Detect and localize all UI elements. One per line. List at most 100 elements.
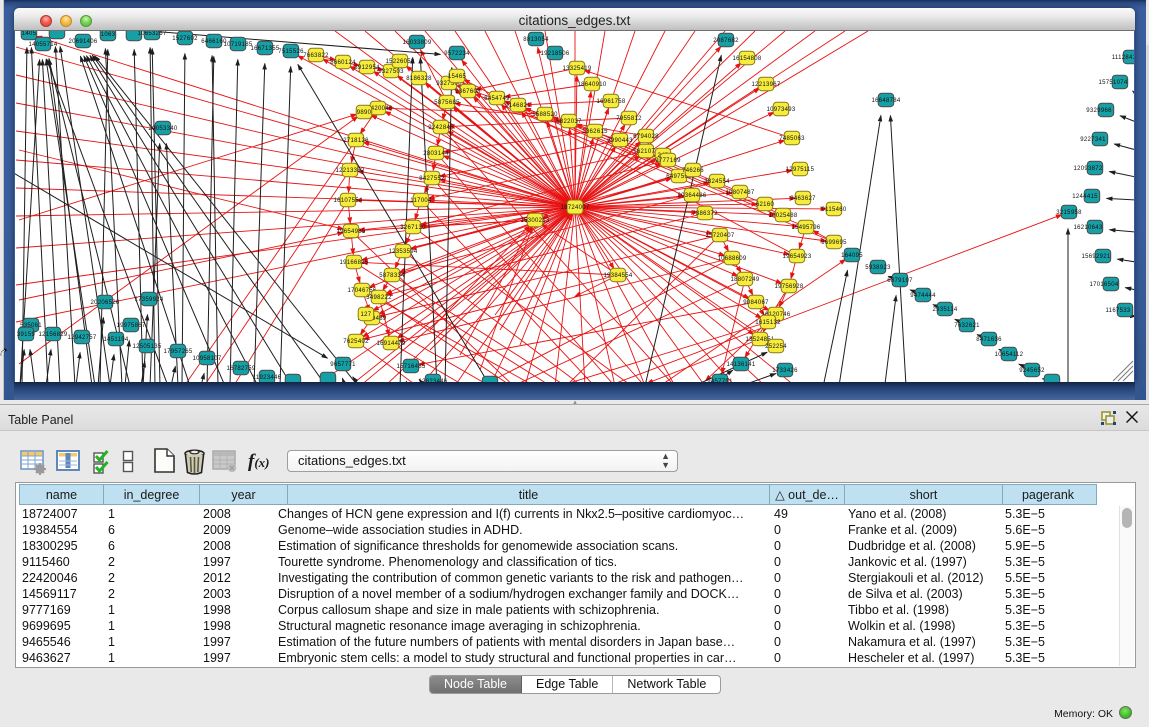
- svg-text:16210643: 16210643: [1073, 225, 1102, 231]
- svg-text:17957265: 17957265: [163, 349, 192, 355]
- svg-text:3498222: 3498222: [366, 295, 392, 301]
- svg-text:15692921: 15692921: [1081, 254, 1110, 260]
- svg-text:1112841: 1112841: [1112, 55, 1134, 61]
- svg-text:16107554: 16107554: [333, 198, 362, 204]
- svg-text:14055714: 14055714: [28, 42, 57, 48]
- svg-text:3215958: 3215958: [1056, 210, 1082, 216]
- svg-text:12975115: 12975115: [786, 167, 815, 173]
- svg-text:1527602: 1527602: [172, 36, 198, 42]
- svg-text:12353594: 12353594: [388, 249, 417, 255]
- svg-text:9329966: 9329966: [1086, 108, 1112, 114]
- svg-text:16648784: 16648784: [871, 98, 900, 104]
- svg-text:9327503: 9327503: [378, 69, 404, 75]
- svg-text:20364486: 20364486: [677, 193, 706, 199]
- svg-text:9777169: 9777169: [655, 158, 681, 164]
- svg-text:5875685: 5875685: [434, 100, 460, 106]
- svg-text:15716485: 15716485: [396, 364, 425, 370]
- svg-text:15465: 15465: [448, 74, 467, 80]
- svg-text:7663822: 7663822: [303, 53, 329, 59]
- svg-text:2367608: 2367608: [455, 89, 481, 95]
- svg-text:7955812: 7955812: [616, 116, 642, 122]
- svg-text:5822037: 5822037: [556, 119, 582, 125]
- svg-text:8427552: 8427552: [419, 176, 445, 182]
- svg-text:9699695: 9699695: [821, 240, 847, 246]
- svg-text:9572234: 9572234: [444, 51, 470, 57]
- svg-text:10025488: 10025488: [768, 213, 797, 219]
- svg-text:18724007: 18724007: [560, 205, 589, 211]
- svg-text:14136141: 14136141: [726, 362, 755, 368]
- svg-text:1588520: 1588520: [532, 112, 558, 118]
- svg-text:9115460: 9115460: [821, 207, 846, 213]
- svg-text:20691406: 20691406: [68, 39, 97, 45]
- svg-text:20053340: 20053340: [148, 126, 177, 132]
- svg-text:6794028: 6794028: [633, 134, 659, 140]
- svg-text:8990443: 8990443: [607, 138, 633, 144]
- svg-text:3267130: 3267130: [400, 225, 426, 231]
- svg-text:15300213: 15300213: [520, 218, 549, 224]
- svg-text:6879197: 6879197: [887, 278, 913, 284]
- svg-text:10653267: 10653267: [137, 31, 166, 37]
- svg-text:2087682: 2087682: [713, 38, 739, 44]
- svg-text:18807249: 18807249: [730, 277, 759, 283]
- svg-text:39159: 39159: [17, 332, 36, 338]
- svg-text:746266: 746266: [682, 168, 704, 174]
- svg-text:10958107: 10958107: [192, 356, 221, 362]
- svg-text:1405: 1405: [22, 31, 37, 37]
- svg-text:9146821: 9146821: [505, 103, 531, 109]
- svg-text:9242845: 9242845: [428, 125, 454, 131]
- svg-text:12213382: 12213382: [335, 168, 364, 174]
- svg-text:15495796: 15495796: [791, 225, 820, 231]
- svg-text:9474444: 9474444: [910, 293, 936, 299]
- svg-text:8912954: 8912954: [354, 65, 380, 71]
- svg-text:10654112: 10654112: [995, 352, 1024, 358]
- svg-text:10688609: 10688609: [717, 256, 746, 262]
- svg-text:12505135: 12505135: [132, 344, 161, 350]
- svg-text:19975867: 19975867: [116, 323, 145, 329]
- svg-text:7386372: 7386372: [692, 211, 718, 217]
- svg-text:9463627: 9463627: [790, 196, 816, 202]
- svg-text:164095: 164095: [841, 253, 863, 259]
- svg-text:62160: 62160: [756, 202, 775, 208]
- svg-text:16914479: 16914479: [376, 341, 405, 347]
- svg-text:2803144: 2803144: [423, 151, 449, 157]
- svg-text:1167533: 1167533: [1105, 308, 1130, 314]
- svg-text:10807487: 10807487: [725, 190, 754, 196]
- svg-text:15720407: 15720407: [705, 233, 734, 239]
- svg-text:12942757: 12942757: [67, 335, 96, 341]
- svg-text:15751074: 15751074: [1098, 80, 1127, 86]
- svg-text:1733426: 1733426: [772, 368, 798, 374]
- svg-text:9084067: 9084067: [743, 300, 769, 306]
- svg-text:1615132: 1615132: [755, 320, 781, 326]
- svg-text:17016504: 17016504: [1089, 282, 1118, 288]
- svg-text:7625402: 7625402: [343, 339, 369, 345]
- svg-text:11923446: 11923446: [253, 375, 282, 381]
- svg-text:17359924: 17359924: [134, 297, 163, 303]
- svg-text:9657771: 9657771: [330, 362, 356, 368]
- svg-text:7632621: 7632621: [954, 323, 980, 329]
- svg-text:5878334: 5878334: [379, 273, 405, 279]
- svg-text:20206526: 20206526: [90, 300, 119, 306]
- svg-text:19384554: 19384554: [603, 273, 632, 279]
- svg-text:13325419: 13325419: [562, 66, 591, 72]
- svg-text:19756928: 19756928: [774, 284, 803, 290]
- svg-text:9245652: 9245652: [1019, 368, 1045, 374]
- svg-text:1244415: 1244415: [1072, 194, 1098, 200]
- svg-text:10719185: 10719185: [223, 42, 252, 48]
- svg-text:5938923: 5938923: [865, 265, 891, 271]
- svg-text:8660124: 8660124: [330, 60, 356, 66]
- svg-text:9227341: 9227341: [1080, 137, 1106, 143]
- svg-text:16033809: 16033809: [402, 40, 431, 46]
- svg-text:7485063: 7485063: [779, 136, 805, 142]
- svg-text:19654923: 19654923: [782, 254, 811, 260]
- svg-text:15226058: 15226058: [385, 59, 414, 65]
- svg-text:127: 127: [361, 312, 372, 318]
- svg-text:8186328: 8186328: [406, 76, 432, 82]
- svg-text:19166825: 19166825: [339, 260, 368, 266]
- svg-text:8471636: 8471636: [976, 337, 1002, 343]
- svg-text:1362615: 1362615: [582, 129, 608, 135]
- svg-text:12823446: 12823446: [418, 379, 447, 382]
- svg-text:2935114: 2935114: [932, 307, 957, 313]
- svg-text:19218506: 19218506: [540, 51, 569, 57]
- svg-text:1451194: 1451194: [103, 337, 128, 343]
- svg-text:12093872: 12093872: [1073, 166, 1102, 172]
